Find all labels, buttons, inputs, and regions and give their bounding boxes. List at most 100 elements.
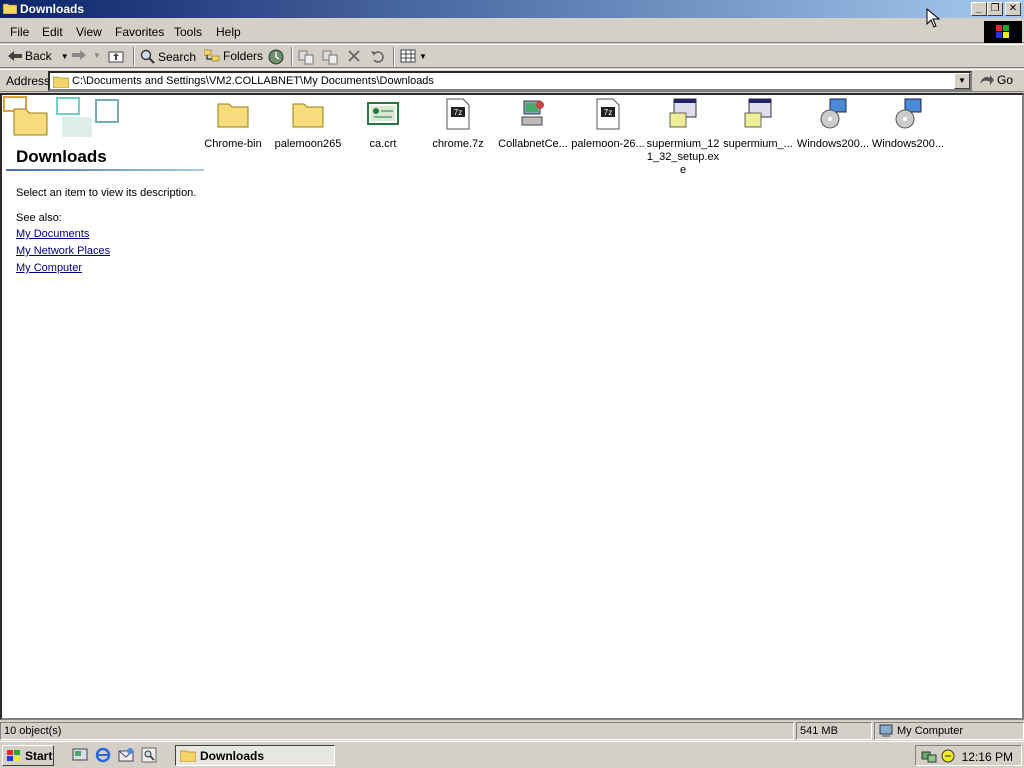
svg-text:7z: 7z: [604, 108, 612, 117]
file-name: CollabnetCe...: [498, 138, 568, 150]
folder-icon: [292, 103, 324, 128]
file-item[interactable]: palemoon265: [270, 97, 346, 151]
status-object-count: 10 object(s): [0, 722, 794, 740]
toolbar-separator: [133, 47, 135, 66]
file-name: palemoon-26...: [571, 138, 645, 150]
back-arrow-icon: [8, 51, 22, 61]
taskbar-window-downloads[interactable]: Downloads: [175, 745, 335, 766]
file-item[interactable]: supermium_121_32_setup.exe: [645, 97, 721, 177]
internet-explorer-icon[interactable]: [95, 747, 111, 763]
file-item[interactable]: 7z palemoon-26...: [570, 97, 646, 151]
move-to-button[interactable]: [298, 49, 314, 65]
7z-archive-icon: 7z: [446, 98, 470, 130]
volume-tray-icon[interactable]: [940, 748, 956, 764]
search-label: Search: [158, 49, 197, 64]
up-folder-icon: [108, 51, 124, 63]
back-dropdown-icon[interactable]: ▼: [61, 52, 69, 61]
file-name: supermium_121_32_setup.exe: [646, 138, 720, 176]
forward-dropdown-icon[interactable]: ▼: [93, 51, 101, 60]
folder-icon: [53, 76, 69, 88]
installer-icon: [669, 98, 697, 128]
folder-view[interactable]: Downloads Select an item to view its des…: [0, 93, 1024, 720]
toolbar-separator: [393, 47, 395, 66]
see-also-label: See also:: [16, 212, 62, 224]
undo-icon: [371, 51, 384, 63]
outlook-express-icon[interactable]: [118, 747, 134, 763]
file-item[interactable]: Windows200...: [795, 97, 871, 151]
move-to-icon: [298, 50, 314, 65]
forward-arrow-icon: [72, 50, 86, 60]
views-button[interactable]: ▼: [400, 49, 427, 63]
window-title: Downloads: [20, 2, 85, 16]
menu-favorites[interactable]: Favorites: [115, 25, 164, 39]
menu-view[interactable]: View: [76, 25, 102, 39]
windows-setup-icon: [820, 98, 847, 129]
taskbar: Start Downloads 12:16 PM: [0, 741, 1024, 768]
folders-button[interactable]: Folders: [204, 49, 263, 63]
7z-archive-icon: 7z: [596, 98, 620, 130]
address-bar: Address C:\Documents and Settings\VM2.CO…: [0, 69, 1024, 92]
file-item[interactable]: Chrome-bin: [195, 97, 271, 151]
history-button[interactable]: [268, 49, 284, 65]
start-button[interactable]: Start: [2, 745, 54, 766]
address-label: Address: [6, 74, 51, 88]
my-computer-icon: [879, 724, 893, 737]
menu-edit[interactable]: Edit: [42, 25, 63, 39]
status-zone-label: My Computer: [897, 725, 964, 737]
toolbar-separator: [291, 47, 293, 66]
copy-to-button[interactable]: [322, 49, 338, 65]
show-desktop-icon[interactable]: [72, 747, 88, 763]
status-zone: My Computer: [874, 722, 1024, 740]
menu-tools[interactable]: Tools: [174, 25, 202, 39]
up-folder-button[interactable]: [108, 49, 124, 63]
folders-label: Folders: [223, 49, 264, 63]
file-item[interactable]: 7z chrome.7z: [420, 97, 496, 151]
menu-bar: File Edit View Favorites Tools Help: [0, 19, 1024, 43]
address-dropdown-button[interactable]: ▼: [954, 73, 970, 89]
network-tray-icon[interactable]: [921, 748, 937, 764]
address-input[interactable]: C:\Documents and Settings\VM2.COLLABNET\…: [48, 71, 972, 91]
file-item[interactable]: ca.crt: [345, 97, 421, 151]
close-button[interactable]: ✕: [1005, 2, 1021, 16]
folder-icon: [180, 750, 196, 762]
file-name: ca.crt: [369, 138, 397, 150]
delete-button[interactable]: [347, 49, 361, 63]
views-grid-icon: [400, 49, 416, 63]
standard-toolbar: Back ▼ ▼ Search Folders ▼: [0, 44, 1024, 68]
windows-logo-icon: [7, 749, 20, 761]
forward-button[interactable]: ▼: [72, 49, 101, 61]
taskbar-window-label: Downloads: [200, 748, 265, 763]
file-item[interactable]: CollabnetCe...: [495, 97, 571, 151]
file-name: palemoon265: [274, 138, 342, 150]
folder-name-heading: Downloads: [16, 147, 107, 166]
file-name: Windows200...: [871, 138, 945, 150]
mouse-pointer-icon: [926, 8, 940, 28]
search-button[interactable]: Search: [140, 49, 196, 64]
link-my-network-places[interactable]: My Network Places: [16, 245, 110, 257]
file-item[interactable]: Windows200...: [870, 97, 946, 151]
address-path: C:\Documents and Settings\VM2.COLLABNET\…: [72, 75, 434, 87]
go-button[interactable]: Go: [980, 73, 1013, 87]
back-button[interactable]: Back ▼: [8, 49, 69, 63]
views-dropdown-icon[interactable]: ▼: [419, 52, 427, 61]
search-icon: [140, 49, 155, 64]
folders-tree-icon: [204, 49, 220, 62]
link-my-documents[interactable]: My Documents: [16, 228, 89, 240]
explorer-search-icon[interactable]: [141, 747, 157, 763]
minimize-button[interactable]: _: [971, 2, 987, 16]
file-item[interactable]: supermium_...: [720, 97, 796, 151]
link-my-computer[interactable]: My Computer: [16, 262, 82, 274]
description-text: Select an item to view its description.: [16, 187, 197, 199]
menu-help[interactable]: Help: [216, 25, 241, 39]
title-bar[interactable]: Downloads _ ❐ ✕: [0, 0, 1024, 18]
menu-file[interactable]: File: [10, 25, 29, 39]
undo-button[interactable]: [370, 49, 386, 63]
certificate-icon: [367, 102, 399, 125]
restore-button[interactable]: ❐: [987, 2, 1003, 16]
start-label: Start: [25, 748, 53, 763]
delete-x-icon: [348, 50, 360, 62]
file-name: chrome.7z: [432, 138, 484, 150]
webview-folder-banner-icon: [3, 96, 119, 137]
back-label: Back: [25, 49, 52, 63]
clock[interactable]: 12:16 PM: [962, 750, 1013, 764]
